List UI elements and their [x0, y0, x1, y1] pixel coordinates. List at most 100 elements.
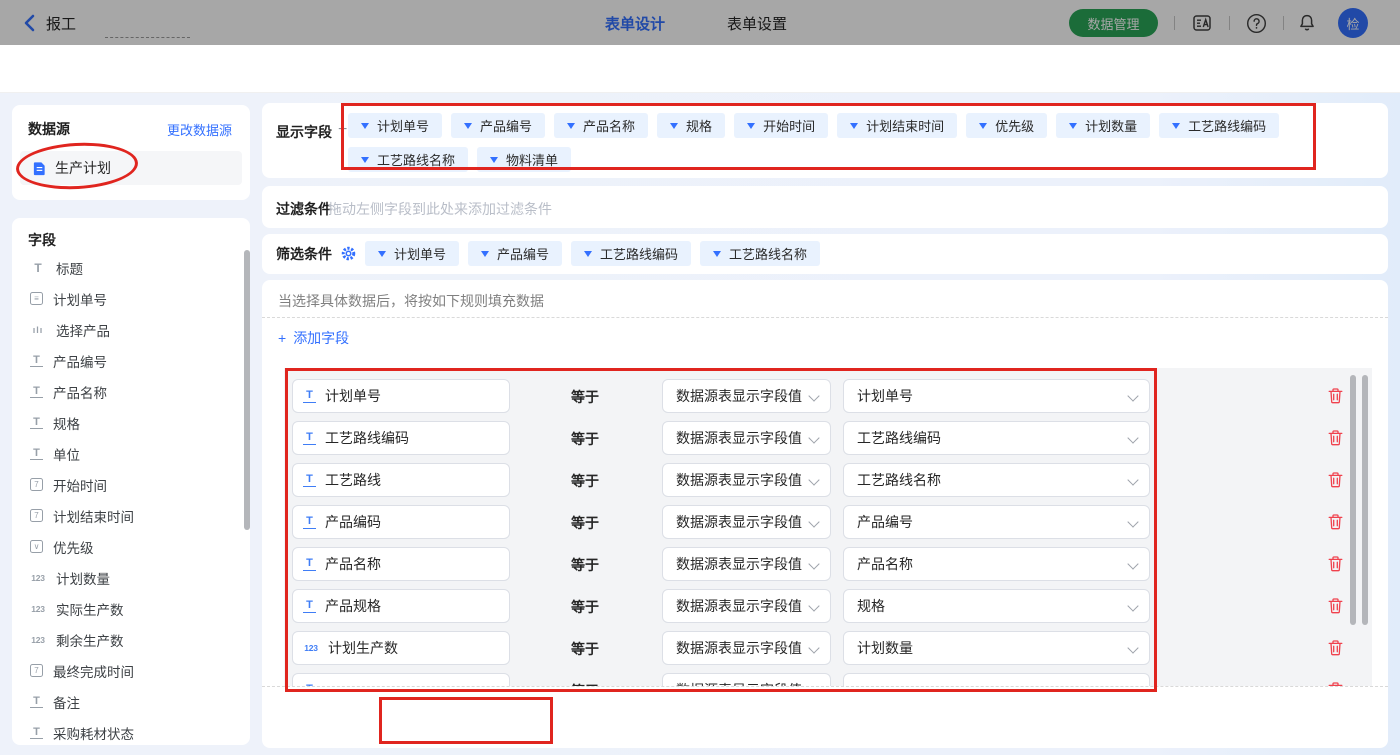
- field-item[interactable]: 7 计划结束时间: [22, 500, 244, 531]
- rules-scrollbar[interactable]: [1350, 375, 1356, 625]
- chevron-down-icon: [1127, 516, 1138, 527]
- display-field-tag[interactable]: 计划结束时间: [837, 113, 957, 138]
- rule-row: T 工艺路线 等于 数据源表显示字段值 工艺路线名称: [284, 463, 1372, 497]
- display-field-tag[interactable]: 计划单号: [348, 113, 442, 138]
- field-item[interactable]: ≡ 计划单号: [22, 283, 244, 314]
- field-item[interactable]: ılı 选择产品: [22, 314, 244, 345]
- dropdown-caret-icon: [378, 251, 386, 257]
- rule-source-select[interactable]: 数据源表显示字段值: [662, 505, 831, 539]
- field-item[interactable]: 123 实际生产数: [22, 593, 244, 624]
- delete-trash-icon[interactable]: [1327, 387, 1344, 405]
- field-item[interactable]: T 标题: [22, 252, 244, 283]
- back-icon[interactable]: [20, 13, 40, 33]
- filter-panel: 过滤条件 拖动左侧字段到此处来添加过滤条件: [262, 186, 1388, 228]
- datasource-item[interactable]: 生产计划: [20, 151, 242, 185]
- rule-value-select[interactable]: 计划单号: [843, 379, 1150, 413]
- chart-icon: ılı: [30, 323, 46, 337]
- fields-scrollbar[interactable]: [244, 250, 250, 530]
- display-field-tag[interactable]: 开始时间: [734, 113, 828, 138]
- filter-label: 过滤条件: [276, 199, 332, 219]
- delete-trash-icon[interactable]: [1327, 429, 1344, 447]
- rule-source-select[interactable]: 数据源表显示字段值: [662, 589, 831, 623]
- rule-source-select[interactable]: 数据源表显示字段值: [662, 421, 831, 455]
- display-field-tag[interactable]: 产品编号: [451, 113, 545, 138]
- field-item[interactable]: T 备注: [22, 686, 244, 717]
- data-manage-button[interactable]: 数据管理: [1069, 9, 1158, 37]
- tab-form-settings[interactable]: 表单设置: [727, 13, 787, 34]
- screening-tag[interactable]: 产品编号: [468, 241, 562, 266]
- display-field-tag[interactable]: 优先级: [966, 113, 1047, 138]
- help-icon[interactable]: [1245, 12, 1267, 34]
- display-field-tag[interactable]: 产品名称: [554, 113, 648, 138]
- top-bar: 报工 表单设计 表单设置 数据管理 检: [0, 0, 1400, 45]
- add-display-field-button[interactable]: +: [338, 121, 347, 139]
- rule-value-select[interactable]: 产品名称: [843, 547, 1150, 581]
- field-item[interactable]: T 采购耗材状态: [22, 717, 244, 748]
- tab-form-design[interactable]: 表单设计: [605, 13, 665, 34]
- filter-dropzone-placeholder[interactable]: 拖动左侧字段到此处来添加过滤条件: [328, 199, 552, 219]
- rule-field-input[interactable]: T 产品规格: [292, 589, 510, 623]
- fill-rules-hint: 当选择具体数据后，将按如下规则填充数据: [278, 291, 544, 311]
- rule-field-input[interactable]: T: [292, 673, 510, 686]
- display-field-tag[interactable]: 物料清单: [477, 147, 571, 172]
- select-icon: ∨: [30, 540, 43, 553]
- add-field-button[interactable]: + 添加字段: [278, 328, 349, 348]
- notifications-bell-icon[interactable]: [1296, 12, 1318, 34]
- field-item[interactable]: 123 剩余生产数: [22, 624, 244, 655]
- rule-field-input[interactable]: T 产品名称: [292, 547, 510, 581]
- display-field-tag[interactable]: 规格: [657, 113, 725, 138]
- rule-value-select[interactable]: 计划数量: [843, 631, 1150, 665]
- display-field-tag[interactable]: 计划数量: [1056, 113, 1150, 138]
- dropdown-caret-icon: [481, 251, 489, 257]
- dropdown-caret-icon: [1069, 123, 1077, 129]
- rule-field-input[interactable]: T 产品编码: [292, 505, 510, 539]
- dropdown-caret-icon: [670, 123, 678, 129]
- delete-trash-icon[interactable]: [1327, 555, 1344, 573]
- text-icon: T: [303, 516, 316, 529]
- rule-value-select[interactable]: 规格: [843, 589, 1150, 623]
- screening-tag[interactable]: 工艺路线编码: [571, 241, 691, 266]
- rules-inner-scrollbar[interactable]: [1362, 375, 1368, 625]
- settings-gear-icon[interactable]: [341, 246, 356, 261]
- screening-tag[interactable]: 工艺路线名称: [700, 241, 820, 266]
- display-field-tag[interactable]: 工艺路线编码: [1159, 113, 1279, 138]
- field-item[interactable]: T 产品编号: [22, 345, 244, 376]
- field-item[interactable]: T 单位: [22, 438, 244, 469]
- rule-source-select[interactable]: 数据源表显示字段值: [662, 547, 831, 581]
- delete-trash-icon[interactable]: [1327, 639, 1344, 657]
- rule-source-select[interactable]: 数据源表显示字段值: [662, 631, 831, 665]
- rule-field-input[interactable]: 123 计划生产数: [292, 631, 510, 665]
- text-icon: T: [30, 385, 43, 398]
- chevron-down-icon: [1127, 558, 1138, 569]
- rule-source-select[interactable]: 数据源表显示字段值: [662, 463, 831, 497]
- rule-field-input[interactable]: T 计划单号: [292, 379, 510, 413]
- field-item[interactable]: 123 计划数量: [22, 562, 244, 593]
- chevron-down-icon: [808, 474, 819, 485]
- field-item[interactable]: ∨ 优先级: [22, 531, 244, 562]
- delete-trash-icon[interactable]: [1327, 513, 1344, 531]
- rule-field-input[interactable]: T 工艺路线编码: [292, 421, 510, 455]
- change-datasource-link[interactable]: 更改数据源: [167, 120, 232, 139]
- display-field-tag[interactable]: 工艺路线名称: [348, 147, 468, 172]
- rule-value-select[interactable]: 工艺路线编码: [843, 421, 1150, 455]
- delete-trash-icon[interactable]: [1327, 597, 1344, 615]
- text-icon: T: [30, 416, 43, 429]
- chevron-down-icon: [1127, 432, 1138, 443]
- rule-value-select[interactable]: [843, 673, 1150, 686]
- field-item[interactable]: 7 最终完成时间: [22, 655, 244, 686]
- delete-trash-icon[interactable]: [1327, 471, 1344, 489]
- text-icon: T: [303, 432, 316, 445]
- field-item[interactable]: 7 开始时间: [22, 469, 244, 500]
- rule-value-select[interactable]: 产品编号: [843, 505, 1150, 539]
- divider: [262, 317, 1388, 318]
- field-item[interactable]: T 规格: [22, 407, 244, 438]
- rule-source-select[interactable]: 数据源表显示字段值: [662, 379, 831, 413]
- avatar[interactable]: 检: [1338, 8, 1368, 38]
- translate-icon[interactable]: [1191, 12, 1213, 34]
- rule-value-select[interactable]: 工艺路线名称: [843, 463, 1150, 497]
- screening-tag[interactable]: 计划单号: [365, 241, 459, 266]
- field-item[interactable]: T 产品名称: [22, 376, 244, 407]
- form-name-underline[interactable]: [105, 37, 190, 38]
- rule-field-input[interactable]: T 工艺路线: [292, 463, 510, 497]
- rule-source-select[interactable]: 数据源表显示字段值: [662, 673, 831, 686]
